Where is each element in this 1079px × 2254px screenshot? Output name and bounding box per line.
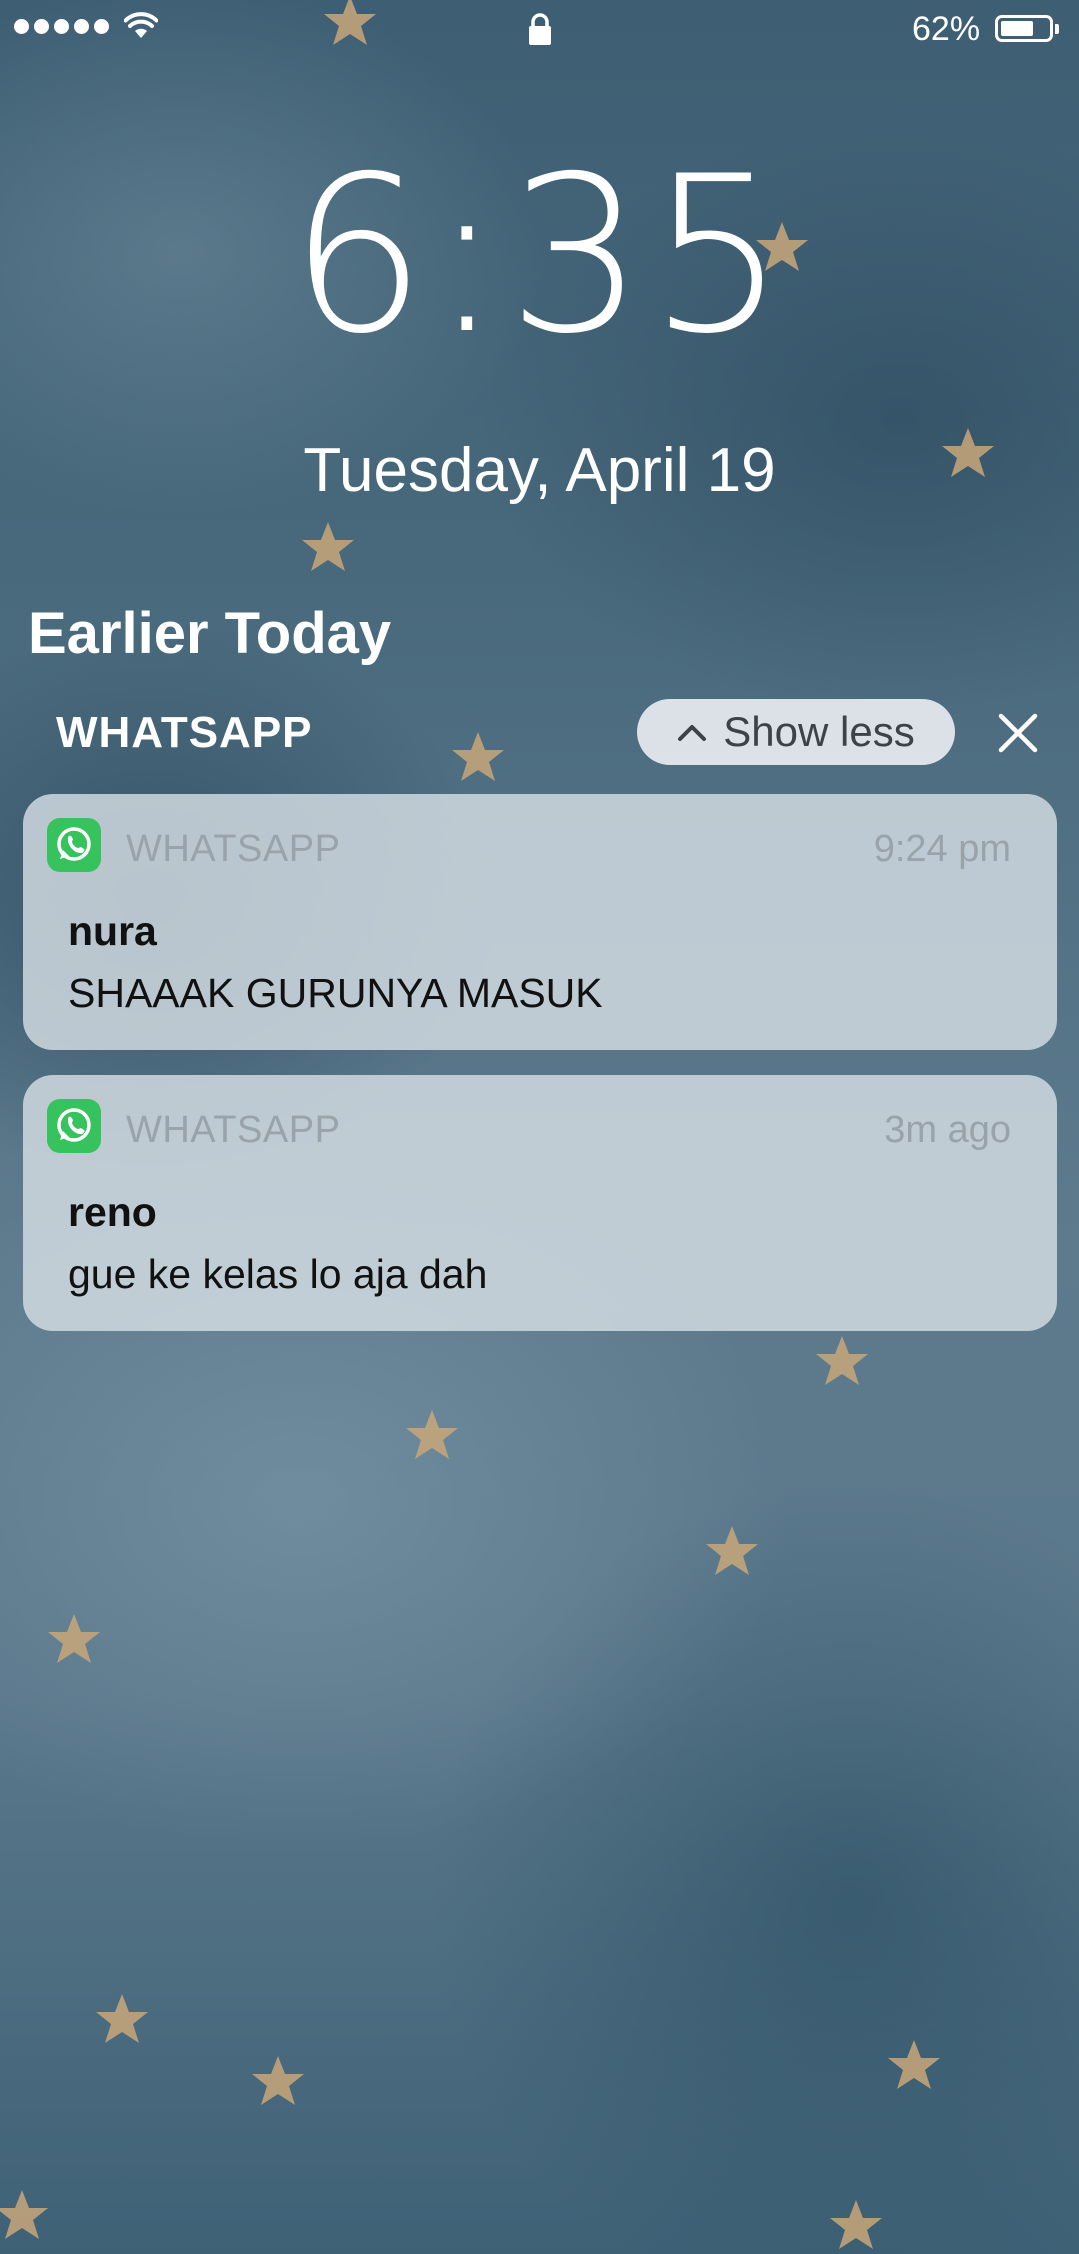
battery-percentage: 62% [912, 10, 981, 48]
star-decoration [448, 728, 508, 788]
notification-app-name: WHATSAPP [126, 1109, 341, 1151]
signal-icon [14, 19, 109, 34]
star-decoration [826, 2196, 886, 2254]
notification-app-name: WHATSAPP [126, 828, 341, 870]
notification-group-title: WHATSAPP [56, 708, 313, 757]
star-decoration [702, 1522, 762, 1582]
notification-sender: nura [68, 908, 157, 954]
notification-time: 3m ago [884, 1109, 1011, 1151]
show-less-label: Show less [723, 708, 915, 755]
star-decoration [0, 2186, 52, 2246]
status-bar: 62% [0, 0, 1079, 56]
notification-time: 9:24 pm [873, 828, 1011, 870]
star-decoration [298, 518, 358, 578]
notification-message: gue ke kelas lo aja dah [68, 1251, 488, 1297]
star-decoration [884, 2036, 944, 2096]
star-decoration [402, 1406, 462, 1466]
section-title: Earlier Today [28, 601, 392, 666]
notification-sender: reno [68, 1189, 157, 1235]
star-decoration [812, 1332, 872, 1392]
show-less-button[interactable]: Show less [637, 699, 955, 765]
wifi-icon [124, 12, 158, 38]
star-decoration [44, 1610, 104, 1670]
notification-card[interactable]: WHATSAPP 9:24 pm nura SHAAAK GURUNYA MAS… [23, 794, 1057, 1050]
star-decoration [92, 1990, 152, 2050]
notification-message: SHAAAK GURUNYA MASUK [68, 970, 603, 1016]
chevron-up-icon [678, 725, 707, 741]
lock-screen-date: Tuesday, April 19 [303, 436, 776, 505]
notification-card[interactable]: WHATSAPP 3m ago reno gue ke kelas lo aja… [23, 1075, 1057, 1331]
lock-screen-time: 6:35 [288, 130, 791, 381]
star-decoration [248, 2052, 308, 2112]
whatsapp-icon [47, 818, 101, 872]
whatsapp-icon [47, 1099, 101, 1153]
battery-icon [995, 15, 1059, 42]
close-icon[interactable] [997, 712, 1039, 754]
lock-icon [529, 13, 551, 45]
